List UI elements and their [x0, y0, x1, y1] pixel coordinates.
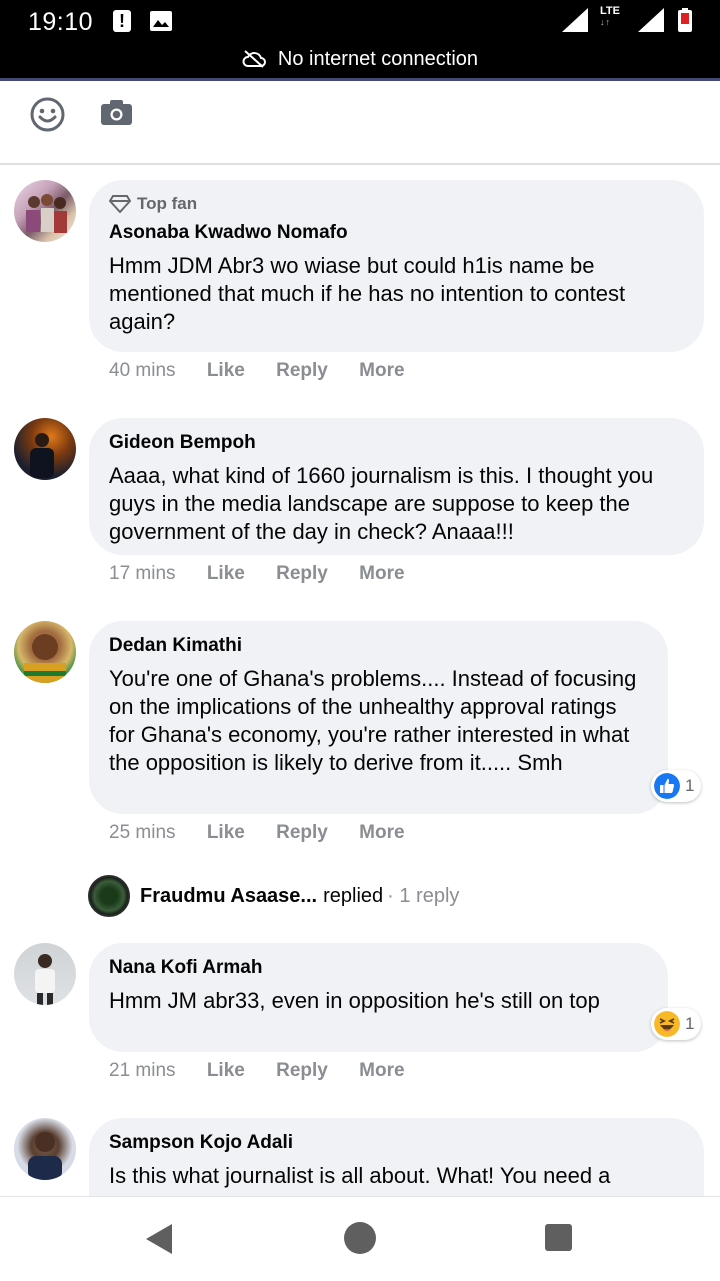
comment: Sampson Kojo Adali Is this what journali…	[0, 0, 720, 1196]
comment-bubble[interactable]: Sampson Kojo Adali Is this what journali…	[89, 1118, 704, 1196]
comment-text: Is this what journalist is all about. Wh…	[109, 1163, 611, 1188]
comment-author[interactable]: Sampson Kojo Adali	[109, 1132, 684, 1154]
system-nav-bar	[0, 1196, 720, 1281]
avatar[interactable]	[14, 1118, 76, 1180]
recents-icon[interactable]	[545, 1224, 572, 1251]
home-icon[interactable]	[344, 1222, 376, 1254]
back-icon[interactable]	[146, 1224, 172, 1254]
